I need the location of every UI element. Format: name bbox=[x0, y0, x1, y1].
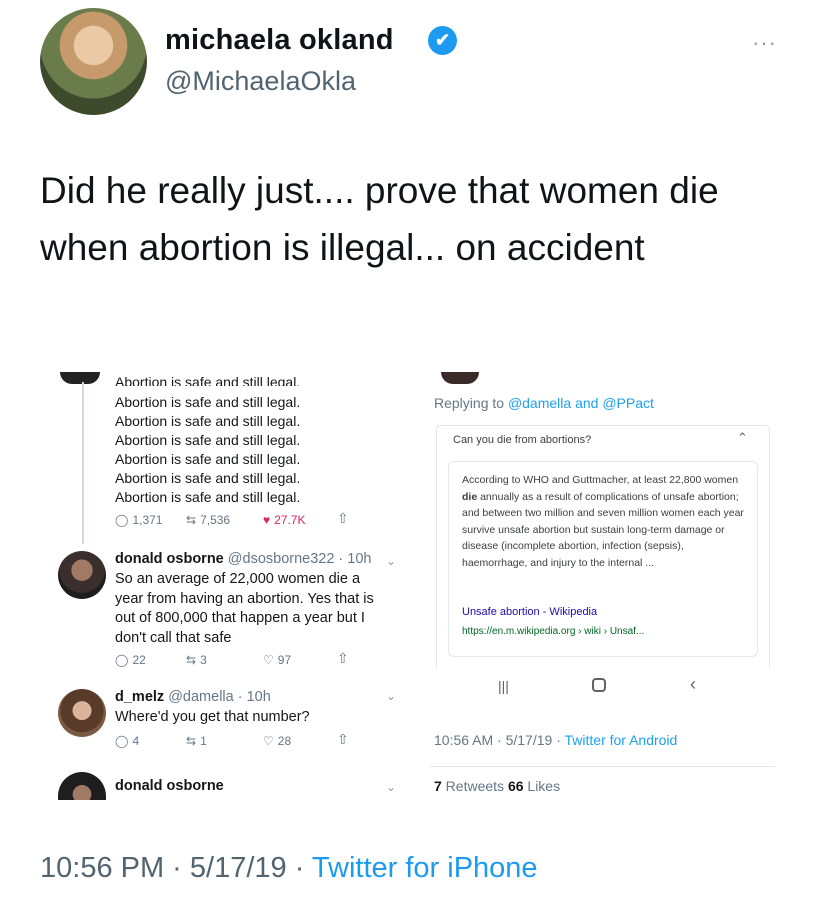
retweet-icon: ⇆ bbox=[186, 653, 197, 667]
replying-to-links[interactable]: @damella and @PPact bbox=[508, 395, 654, 411]
verified-badge-icon: ✔ bbox=[428, 26, 457, 55]
replying-to: Replying to @damella and @PPact bbox=[434, 395, 654, 411]
reply-action[interactable]: ◯ 1,371 bbox=[115, 513, 162, 527]
like-action[interactable]: ♥ 27.7K bbox=[263, 513, 305, 527]
share-icon[interactable]: ⇧ bbox=[337, 510, 349, 527]
reply-action[interactable]: ◯ 22 bbox=[115, 653, 146, 667]
cut-off-line: Abortion is safe and still legal. bbox=[115, 374, 301, 386]
reply-action[interactable]: ◯ 4 bbox=[115, 734, 139, 748]
cropped-avatar bbox=[441, 372, 479, 384]
answer-bold-word: die bbox=[462, 490, 478, 503]
back-icon[interactable]: ‹ bbox=[690, 674, 696, 695]
reply-avatar[interactable] bbox=[58, 689, 106, 737]
abortion-line: Abortion is safe and still legal. bbox=[115, 489, 301, 505]
abortion-line: Abortion is safe and still legal. bbox=[115, 451, 301, 467]
heart-icon: ♥ bbox=[263, 513, 271, 527]
tweet-timestamp: 10:56 PM · 5/17/19 · Twitter for iPhone bbox=[40, 852, 538, 884]
recent-apps-icon[interactable]: ||| bbox=[498, 678, 509, 694]
tweet-text: Did he really just.... prove that women … bbox=[40, 170, 719, 268]
chevron-down-icon[interactable]: ⌄ bbox=[386, 689, 396, 703]
reply-avatar[interactable] bbox=[58, 551, 106, 599]
reply-author[interactable]: donald osborne @dsosborne322 · 10h bbox=[115, 551, 372, 567]
chevron-down-icon[interactable]: ⌄ bbox=[386, 554, 396, 568]
chevron-up-icon[interactable]: ⌃ bbox=[737, 430, 748, 446]
engagement-stats[interactable]: 7 Retweets 66 Likes bbox=[434, 778, 560, 794]
home-icon[interactable] bbox=[592, 678, 606, 692]
thread-line bbox=[82, 382, 84, 544]
retweet-action[interactable]: ⇆ 3 bbox=[186, 653, 207, 667]
abortion-line: Abortion is safe and still legal. bbox=[115, 432, 301, 448]
abortion-line: Abortion is safe and still legal. bbox=[115, 394, 301, 410]
share-icon[interactable]: ⇧ bbox=[337, 731, 349, 748]
reply-avatar[interactable] bbox=[58, 772, 106, 800]
author-avatar[interactable] bbox=[40, 8, 147, 115]
reply-author[interactable]: donald osborne bbox=[115, 778, 224, 794]
client-link[interactable]: Twitter for Android bbox=[565, 732, 678, 748]
like-action[interactable]: ♡ 28 bbox=[263, 734, 291, 748]
author-name[interactable]: michaela okland bbox=[165, 24, 394, 57]
retweet-action[interactable]: ⇆ 7,536 bbox=[186, 513, 230, 527]
reply-author[interactable]: d_melz @damella · 10h bbox=[115, 689, 271, 705]
source-client-link[interactable]: Twitter for iPhone bbox=[312, 852, 538, 884]
tweet-meta: 10:56 AM · 5/17/19 · Twitter for Android bbox=[434, 732, 678, 748]
reply-icon: ◯ bbox=[115, 513, 129, 527]
share-icon[interactable]: ⇧ bbox=[337, 650, 349, 667]
retweet-icon: ⇆ bbox=[186, 513, 197, 527]
cropped-avatar bbox=[60, 372, 100, 384]
author-handle[interactable]: @MichaelaOkla bbox=[165, 66, 356, 97]
reply-text: Where'd you get that number? bbox=[115, 709, 310, 725]
search-question[interactable]: Can you die from abortions? bbox=[453, 434, 591, 446]
more-options-icon[interactable]: ··· bbox=[752, 30, 777, 56]
reply-icon: ◯ bbox=[115, 734, 129, 748]
wiki-url[interactable]: https://en.m.wikipedia.org › wiki › Unsa… bbox=[462, 626, 644, 637]
reply-icon: ◯ bbox=[115, 653, 129, 667]
divider bbox=[430, 766, 775, 767]
reply-text: So an average of 22,000 women die a year… bbox=[115, 571, 374, 646]
retweet-icon: ⇆ bbox=[186, 734, 197, 748]
answer-text: According to WHO and Guttmacher, at leas… bbox=[462, 474, 744, 569]
wiki-link[interactable]: Unsafe abortion - Wikipedia bbox=[462, 606, 597, 618]
abortion-line: Abortion is safe and still legal. bbox=[115, 470, 301, 486]
heart-outline-icon: ♡ bbox=[263, 734, 274, 748]
like-action[interactable]: ♡ 97 bbox=[263, 653, 291, 667]
heart-outline-icon: ♡ bbox=[263, 653, 274, 667]
retweet-action[interactable]: ⇆ 1 bbox=[186, 734, 207, 748]
chevron-down-icon[interactable]: ⌄ bbox=[386, 780, 396, 794]
abortion-line: Abortion is safe and still legal. bbox=[115, 413, 301, 429]
